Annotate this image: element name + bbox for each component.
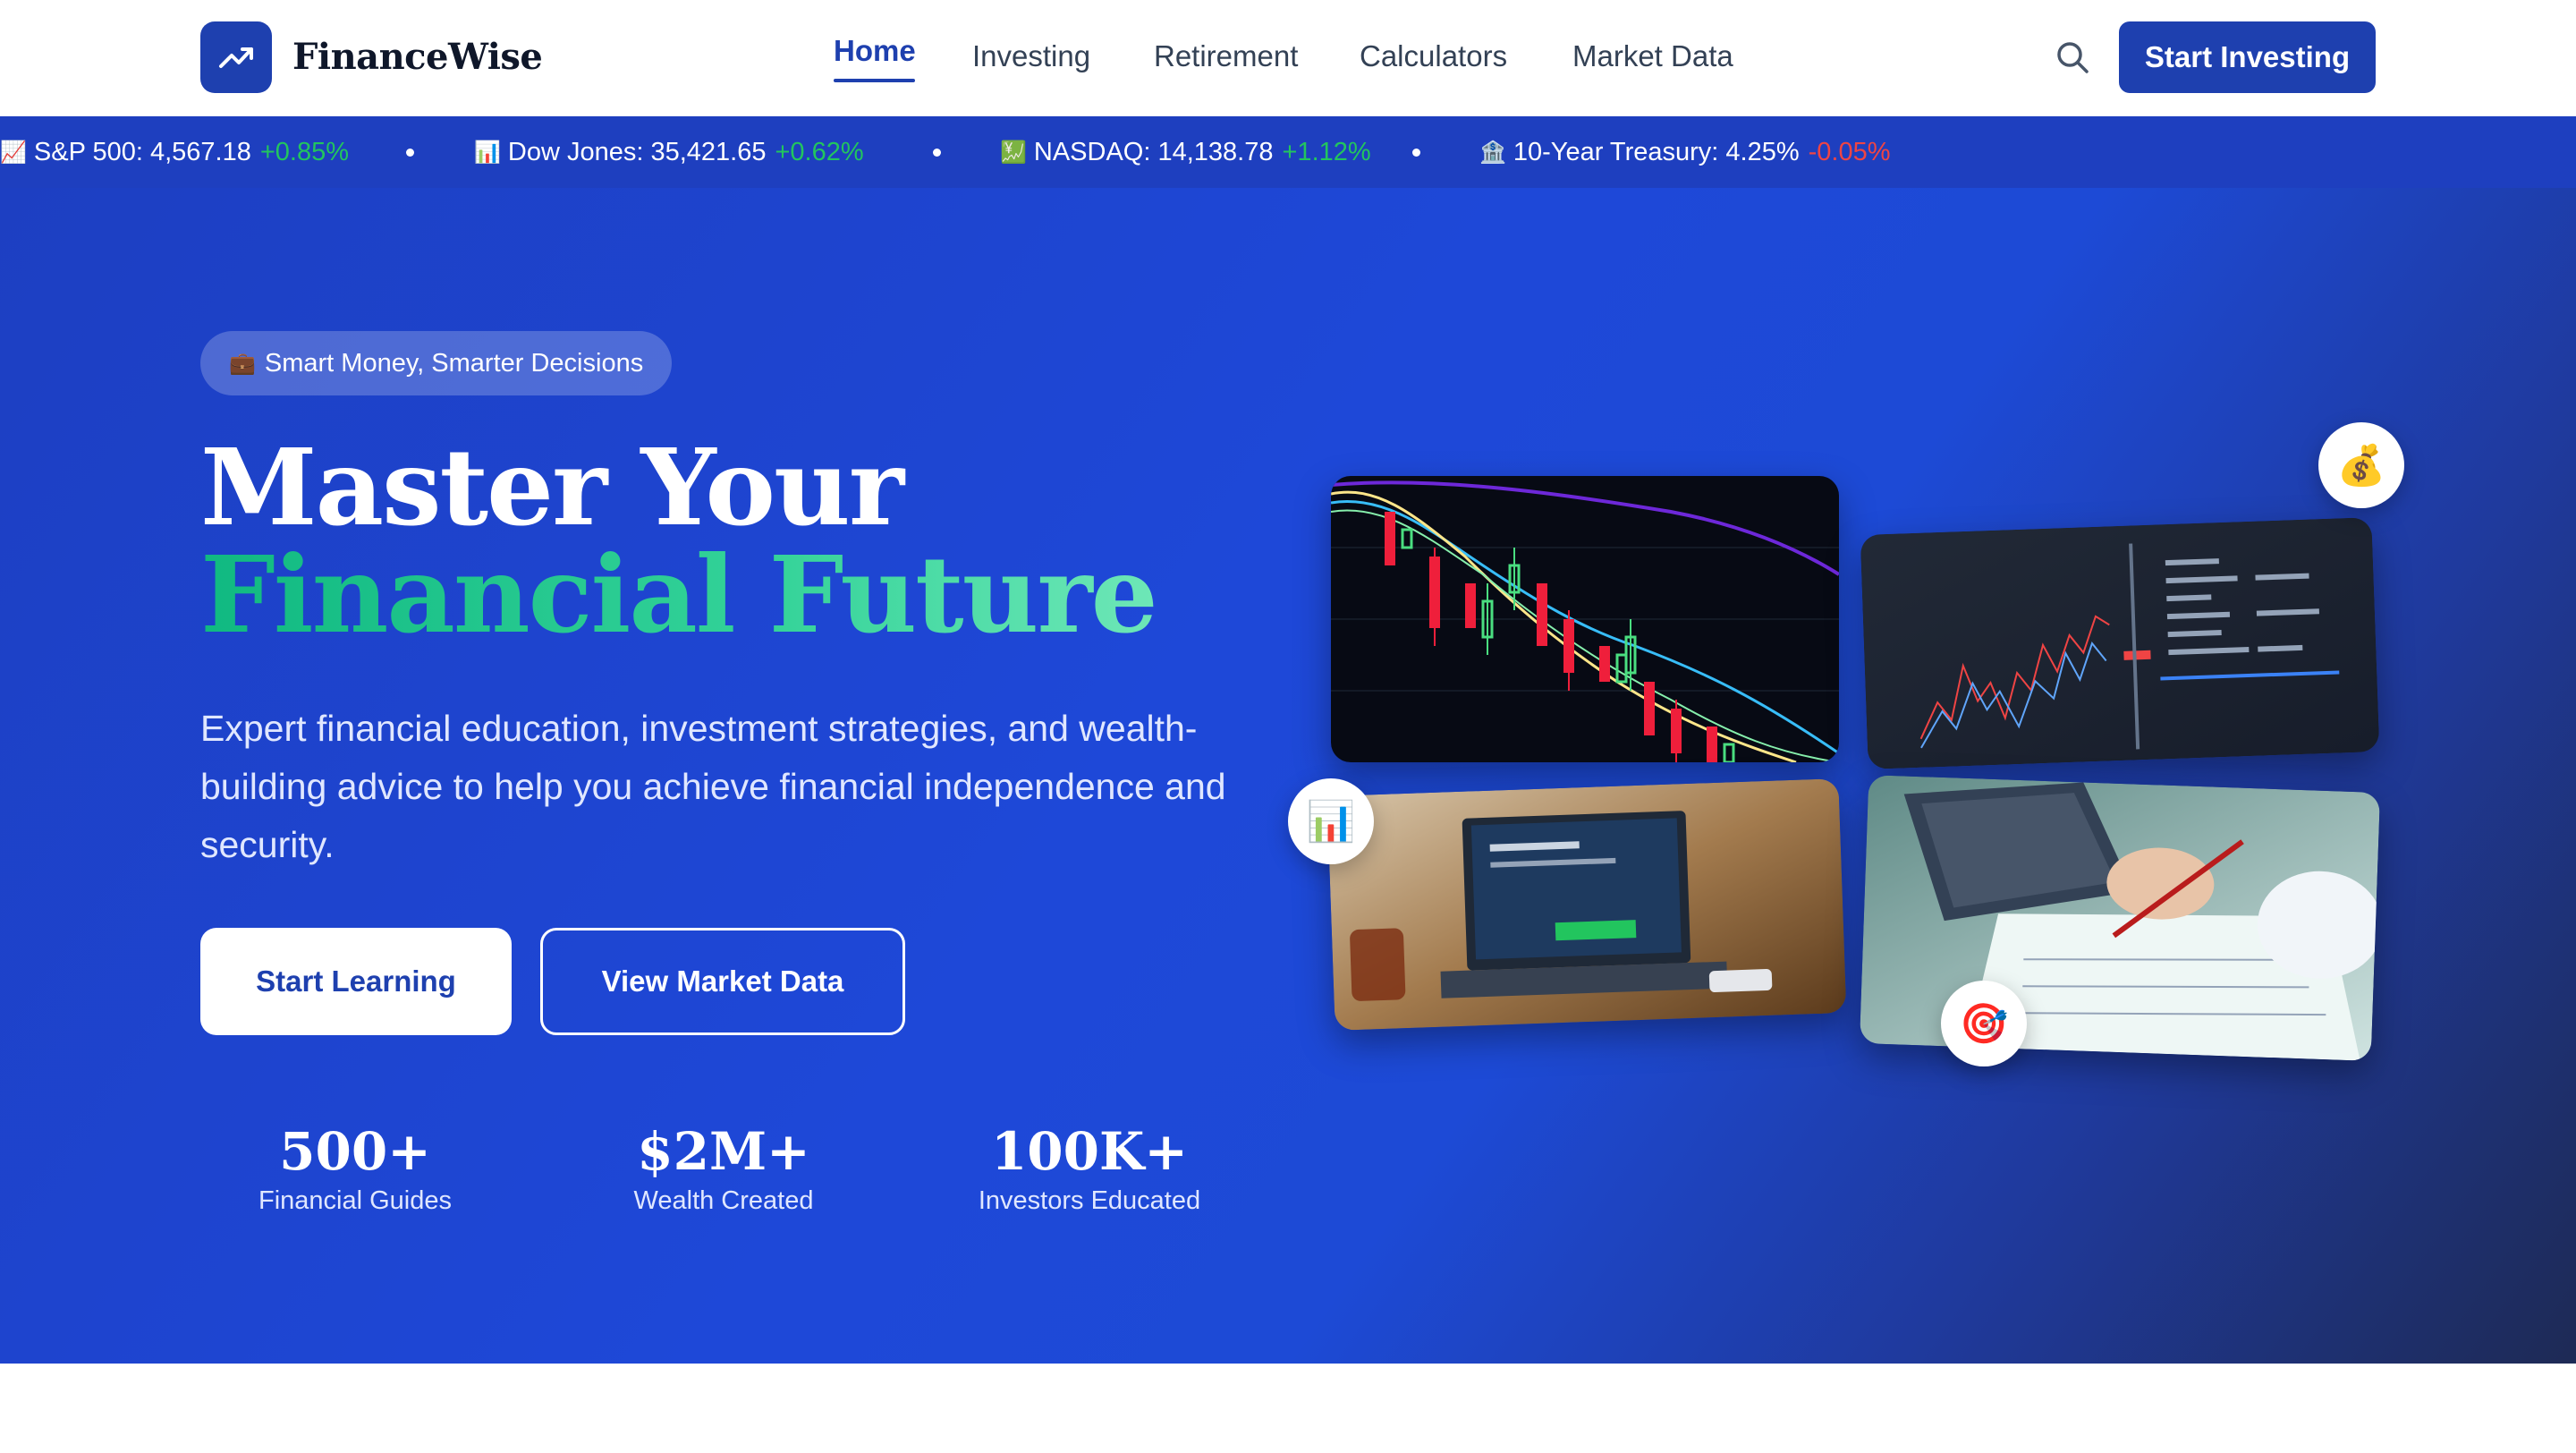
bank-icon: 🏦 [1479, 140, 1506, 165]
stat-label: Investors Educated [978, 1186, 1201, 1215]
site-header: FinanceWise Home Investing Retirement Ca… [0, 0, 2576, 116]
search-icon[interactable] [2055, 39, 2090, 75]
ticker-separator [933, 149, 941, 157]
financial-documents-image [1859, 775, 2381, 1061]
ticker-item[interactable]: 📈 S&P 500: 4,567.18 +0.85% [0, 116, 349, 188]
briefcase-icon: 💼 [229, 351, 256, 376]
nav-home[interactable]: Home [834, 30, 916, 72]
stat-value: $2M+ [637, 1121, 810, 1182]
trending-up-icon [219, 47, 253, 68]
stat-wealth: $2M+ Wealth Created [569, 1120, 878, 1219]
hero-title-line1: Master Your [200, 425, 904, 549]
ticker-item[interactable]: 💹 NASDAQ: 14,138.78 +1.12% [1000, 116, 1371, 188]
badge-text: Smart Money, Smarter Decisions [264, 348, 644, 378]
laptop-desk-image [1326, 778, 1847, 1031]
money-bag-icon: 💰 [2318, 422, 2404, 508]
logo-mark[interactable] [200, 21, 272, 93]
ticker-label: 10-Year Treasury: 4.25% [1513, 137, 1800, 166]
hero-subtitle: Expert financial education, investment s… [200, 708, 1226, 865]
ticker-change: +0.62% [775, 137, 864, 166]
ticker-change: +0.85% [259, 137, 350, 166]
stat-value: 100K+ [990, 1121, 1189, 1182]
nav-investing[interactable]: Investing [972, 36, 1090, 77]
nav-market-data[interactable]: Market Data [1572, 36, 1733, 77]
nav-calculators[interactable]: Calculators [1360, 36, 1507, 77]
market-ticker: 📈 S&P 500: 4,567.18 +0.85% 📊 Dow Jones: … [0, 116, 2576, 188]
chart-yen-icon: 💹 [1000, 140, 1027, 165]
stat-guides: 500+ Financial Guides [200, 1120, 510, 1219]
target-icon: 🎯 [1941, 981, 2027, 1066]
view-market-data-button[interactable]: View Market Data [540, 928, 905, 1035]
ticker-separator [406, 149, 414, 157]
ticker-label: S&P 500: 4,567.18 [33, 137, 251, 166]
start-investing-button[interactable]: Start Investing [2119, 21, 2376, 93]
stat-label: Wealth Created [633, 1186, 814, 1215]
candlestick-chart-image [1331, 476, 1839, 762]
stat-label: Financial Guides [258, 1186, 452, 1215]
stat-value: 500+ [279, 1121, 431, 1182]
bar-chart-icon: 📊 [474, 140, 501, 165]
nav-retirement[interactable]: Retirement [1154, 36, 1298, 77]
ticker-separator [1412, 149, 1420, 157]
chart-up-icon: 📈 [0, 140, 27, 165]
trading-screen-image [1860, 517, 2380, 769]
ticker-item[interactable]: 🏦 10-Year Treasury: 4.25% -0.05% [1479, 116, 1891, 188]
bar-chart-icon: 📊 [1288, 778, 1374, 864]
ticker-change: +1.12% [1282, 137, 1371, 166]
ticker-label: NASDAQ: 14,138.78 [1033, 137, 1274, 166]
ticker-label: Dow Jones: 35,421.65 [507, 137, 767, 166]
tagline-badge: 💼 Smart Money, Smarter Decisions [200, 331, 673, 395]
hero-title-line2: Financial Future [200, 532, 1158, 657]
stat-investors: 100K+ Investors Educated [935, 1120, 1244, 1219]
start-learning-button[interactable]: Start Learning [200, 928, 512, 1035]
ticker-change: -0.05% [1808, 137, 1891, 166]
hero-section: 💼 Smart Money, Smarter Decisions Master … [0, 188, 2576, 1364]
ticker-item[interactable]: 📊 Dow Jones: 35,421.65 +0.62% [474, 116, 864, 188]
brand-name[interactable]: FinanceWise [292, 34, 543, 81]
nav-active-underline [834, 79, 915, 82]
